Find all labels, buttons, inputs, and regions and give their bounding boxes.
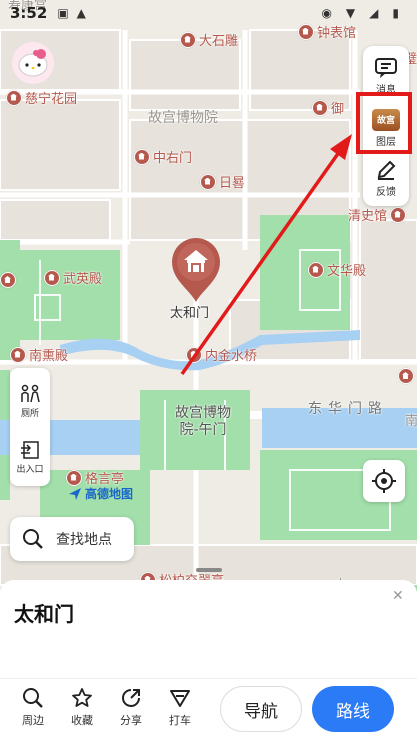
map-label-nan: 南 [405,414,417,429]
poi-label: 内金水桥 [205,349,258,364]
poi-right-edge[interactable] [398,368,414,384]
poi-wuyingdian[interactable]: 武英殿 [44,268,102,287]
taxi-button[interactable]: 打车 [160,687,200,728]
poi-pin-icon [6,89,22,106]
place-title: 太和门 [14,602,74,626]
poi-pin-icon [134,148,150,165]
poi-neijinshuiqiao[interactable]: 内金水桥 [186,345,257,364]
sheet-drag-handle[interactable] [196,568,222,572]
hello-kitty-avatar-icon [18,49,48,77]
search-icon [23,688,43,708]
navigate-button[interactable]: 导航 [220,686,302,732]
feedback-label: 反馈 [376,186,396,198]
poi-left-edge[interactable] [0,272,16,288]
poi-pin-icon [0,272,16,288]
favorite-label: 收藏 [71,714,93,727]
close-icon[interactable]: ✕ [392,588,404,604]
toilet-label: 厕所 [20,408,39,419]
locate-icon [372,469,396,493]
poi-zhongyoumen[interactable]: 中右门 [134,147,192,166]
nearby-button[interactable]: 周边 [13,687,53,728]
brand-logo: 高德地图 [68,485,133,502]
poi-pin-icon [44,269,60,286]
poi-pin-icon [390,206,407,223]
nearby-label: 周边 [22,714,44,727]
search-box[interactable]: 查找地点 [10,517,134,561]
poi-yu[interactable]: 御 [312,98,344,117]
location-status-icon: ◉ [321,6,332,20]
poi-pin-icon [66,469,82,486]
place-detail-sheet: 太和门 ✕ [0,580,417,680]
message-icon [375,57,397,78]
poi-pin-icon [10,346,26,363]
poi-pin-icon [200,173,216,190]
toilet-button[interactable]: 厕所 [10,376,50,426]
street-label-donghuamen: 东华门路 [308,401,388,417]
poi-dashigao[interactable]: 大石雕 [180,30,238,49]
poi-qingshiguan[interactable]: 清史馆 [348,205,407,224]
poi-pin-icon [398,368,414,384]
selected-place-label: 太和门 [170,306,210,321]
entrance-button[interactable]: 出入口 [10,432,50,482]
poi-label: 中右门 [153,151,193,166]
feedback-button[interactable]: 反馈 [363,152,409,204]
action-bar: 周边 收藏 分享 打车 导航 路线 [0,678,417,741]
favorite-button[interactable]: 收藏 [62,687,102,728]
locate-button[interactable] [363,460,405,502]
poi-nanxundian[interactable]: 南熏殿 [10,345,68,364]
taxi-label: 打车 [169,714,191,727]
status-time: 3:52 [10,4,48,22]
map-label-wumen: 故宫博物院-午门 [175,405,231,438]
user-avatar[interactable] [12,42,54,84]
layers-highlight-box [356,92,412,154]
toilet-icon [21,384,40,402]
entrance-icon [21,440,39,459]
poi-pin-icon [308,261,324,278]
poi-cininghuayuan[interactable]: 慈宁花园 [6,88,77,107]
poi-label: 大石雕 [199,34,239,49]
share-button[interactable]: 分享 [111,687,151,728]
poi-wenhuadian[interactable]: 文华殿 [308,260,366,279]
warning-icon: ▲ [76,6,86,20]
share-icon [122,689,140,707]
search-icon [23,529,43,549]
star-icon [72,688,92,707]
poi-label: 日晷 [219,176,246,191]
route-button[interactable]: 路线 [312,686,394,732]
battery-icon: ▮ [392,6,399,20]
status-bar: 3:52 ▣ ▲ ◉ ▼ ◢ ▮ [0,0,417,26]
edit-icon [377,160,396,180]
poi-label: 文华殿 [327,264,367,279]
poi-label: 慈宁花园 [25,92,78,107]
taxi-icon [170,690,190,707]
wifi-icon: ▼ [345,6,356,20]
selected-place-marker-icon[interactable] [168,236,224,304]
search-placeholder: 查找地点 [56,532,112,548]
poi-pin-icon [186,346,202,363]
map-label-gugong: 故宫博物院 [148,110,218,126]
signal-icon: ◢ [369,6,379,20]
brand-name: 高德地图 [85,487,134,501]
poi-label: 清史馆 [348,209,388,224]
poi-pin-icon [312,99,328,116]
poi-label: 南熏殿 [29,349,69,364]
facility-panel: 厕所 出入口 [10,368,50,486]
amap-logo-icon [69,487,81,500]
poi-label: 武英殿 [63,272,103,287]
share-label: 分享 [120,714,142,727]
poi-label: 御 [331,102,345,117]
poi-rigui[interactable]: 日晷 [200,172,245,191]
notification-a-icon: ▣ [57,6,69,20]
entrance-label: 出入口 [16,464,44,475]
poi-pin-icon [180,31,196,48]
